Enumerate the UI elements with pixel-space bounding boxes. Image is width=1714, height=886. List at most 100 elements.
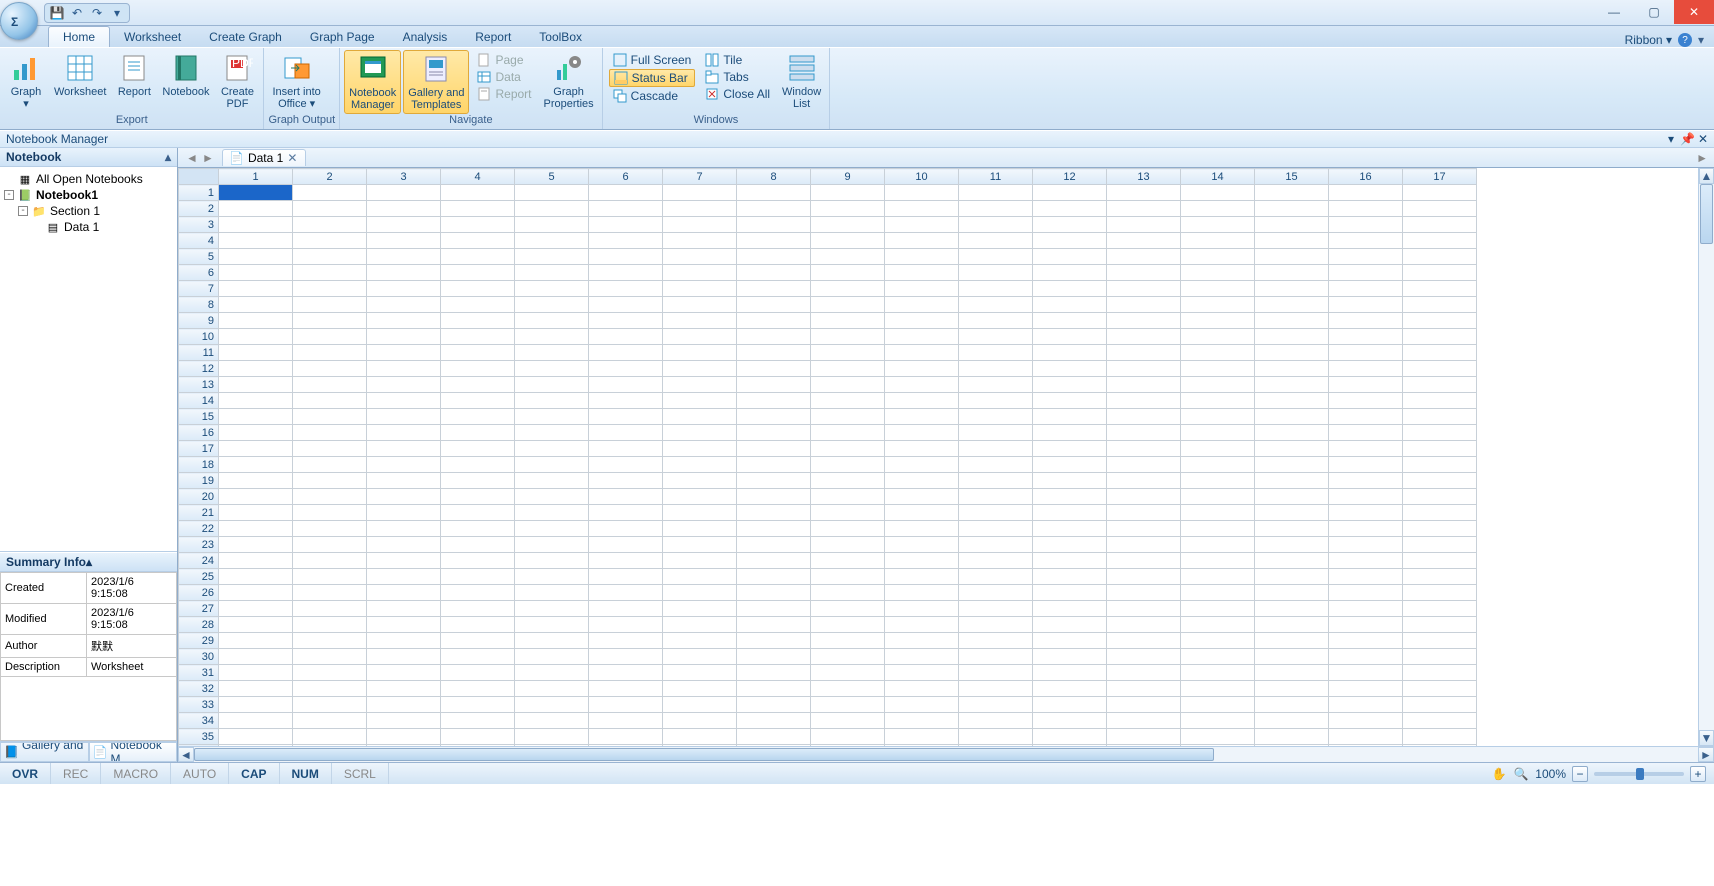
cell[interactable] [589,281,663,297]
cell[interactable] [959,537,1033,553]
col-header[interactable]: 8 [737,169,811,185]
cell[interactable] [293,585,367,601]
cell[interactable] [737,281,811,297]
cell[interactable] [1329,345,1403,361]
cell[interactable] [1329,425,1403,441]
cell[interactable] [1329,361,1403,377]
cell[interactable] [367,361,441,377]
cell[interactable] [515,713,589,729]
cell[interactable] [219,569,293,585]
cell[interactable] [1255,521,1329,537]
cell[interactable] [1033,361,1107,377]
cell[interactable] [1329,537,1403,553]
cell[interactable] [589,473,663,489]
cell[interactable] [1329,585,1403,601]
cell[interactable] [1403,569,1477,585]
cell[interactable] [737,217,811,233]
cell[interactable] [959,329,1033,345]
cell[interactable] [1107,665,1181,681]
tree-node[interactable]: ▤Data 1 [4,219,173,235]
cell[interactable] [1181,489,1255,505]
qat-more-icon[interactable]: ▾ [109,5,125,21]
cell[interactable] [1403,185,1477,201]
cell[interactable] [589,185,663,201]
row-header[interactable]: 21 [179,505,219,521]
cell[interactable] [1329,729,1403,745]
cell[interactable] [1181,617,1255,633]
row-header[interactable]: 24 [179,553,219,569]
cell[interactable] [737,425,811,441]
summary-value[interactable]: 2023/1/6 9:15:08 [87,604,177,635]
cell[interactable] [441,697,515,713]
cell[interactable] [663,553,737,569]
cell[interactable] [219,505,293,521]
col-header[interactable]: 17 [1403,169,1477,185]
cell[interactable] [293,601,367,617]
cell[interactable] [1181,345,1255,361]
cell[interactable] [1329,713,1403,729]
cell[interactable] [1329,473,1403,489]
cell[interactable] [219,265,293,281]
cell[interactable] [1329,489,1403,505]
cell[interactable] [1329,617,1403,633]
cell[interactable] [441,345,515,361]
panel-dropdown-icon[interactable]: ▾ [1664,132,1678,146]
sidebar-tab-gallery[interactable]: 📘 Gallery and ... [0,742,89,762]
cell[interactable] [737,233,811,249]
cell[interactable] [1255,489,1329,505]
cell[interactable] [1033,217,1107,233]
col-header[interactable]: 3 [367,169,441,185]
cell[interactable] [441,457,515,473]
tab-nav-next-icon[interactable]: ► [200,151,216,165]
tab-nav-end-icon[interactable]: ► [1696,151,1714,165]
tree-node[interactable]: ▦All Open Notebooks [4,171,173,187]
cell[interactable] [589,217,663,233]
row-header[interactable]: 25 [179,569,219,585]
cell[interactable] [367,393,441,409]
cell[interactable] [737,649,811,665]
cell[interactable] [959,217,1033,233]
col-header[interactable]: 7 [663,169,737,185]
cell[interactable] [1107,537,1181,553]
cell[interactable] [1403,201,1477,217]
cell[interactable] [219,553,293,569]
cell[interactable] [885,457,959,473]
cell[interactable] [663,249,737,265]
cell[interactable] [811,489,885,505]
cell[interactable] [589,265,663,281]
cell[interactable] [1181,425,1255,441]
cell[interactable] [663,473,737,489]
cell[interactable] [1403,537,1477,553]
cell[interactable] [1255,217,1329,233]
cell[interactable] [219,697,293,713]
cell[interactable] [885,361,959,377]
cell[interactable] [1033,185,1107,201]
cell[interactable] [1033,569,1107,585]
cell[interactable] [811,313,885,329]
cell[interactable] [219,681,293,697]
cell[interactable] [959,697,1033,713]
cell[interactable] [885,649,959,665]
zoom-out-button[interactable]: − [1572,766,1588,782]
cell[interactable] [663,441,737,457]
cell[interactable] [441,217,515,233]
graph-props-button[interactable]: Graph Properties [540,50,598,114]
cell[interactable] [959,489,1033,505]
cell[interactable] [515,601,589,617]
cell[interactable] [1033,713,1107,729]
cell[interactable] [589,713,663,729]
notebook-section-header[interactable]: Notebook ▴ [0,148,177,167]
col-header[interactable]: 10 [885,169,959,185]
cell[interactable] [959,313,1033,329]
cell[interactable] [1033,617,1107,633]
tab-worksheet[interactable]: Worksheet [110,27,195,47]
cell[interactable] [959,649,1033,665]
cell[interactable] [293,713,367,729]
cell[interactable] [293,537,367,553]
cell[interactable] [219,649,293,665]
horizontal-scrollbar[interactable]: ◄ ► [178,746,1714,762]
cell[interactable] [811,297,885,313]
cell[interactable] [367,265,441,281]
cell[interactable] [1255,713,1329,729]
cell[interactable] [589,393,663,409]
